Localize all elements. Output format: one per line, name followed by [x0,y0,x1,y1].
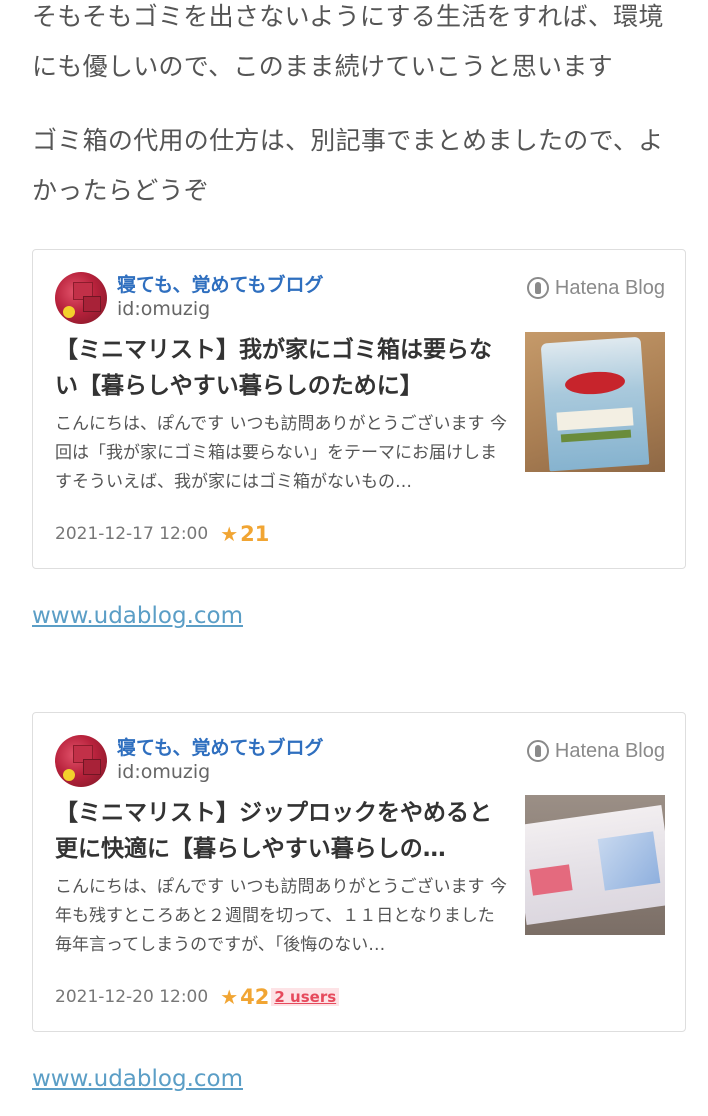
blog-id: id:omuzig [117,298,211,320]
article-description: こんにちは、ぽんです いつも訪問ありがとうございます 今年も残すところあと２週間… [55,877,507,955]
article-thumbnail[interactable] [525,795,665,935]
article-meta: 2021-12-17 12:00 ★ 21 [55,522,269,546]
blog-id: id:omuzig [117,761,211,783]
blog-name-link[interactable]: 寝ても、覚めてもブログ [117,270,324,297]
hatena-blog-label: Hatena Blog [554,739,665,762]
author-avatar[interactable] [55,272,107,324]
intro-paragraph-1: そもそもゴミを出さないようにする生活をすれば、環境にも優しいので、このまま続けて… [32,2,664,81]
star-count[interactable]: ★ 42 [220,985,269,1009]
article-thumbnail[interactable] [525,332,665,472]
star-icon: ★ [220,985,239,1009]
bookmark-users-badge[interactable]: 2 users [271,988,340,1006]
hatena-blog-logo[interactable]: Hatena Blog [526,737,665,765]
hatena-blog-icon [526,277,549,299]
intro-paragraph-2: ゴミ箱の代用の仕方は、別記事でまとめましたので、よかったらどうぞ [32,126,664,205]
article-meta: 2021-12-20 12:00 ★ 42 2 users [55,985,340,1009]
star-count-value: 42 [240,985,270,1009]
article-title-link[interactable]: 【ミニマリスト】我が家にゴミ箱は要らない【暮らしやすい暮らしのために】 [55,332,510,404]
blog-name-link[interactable]: 寝ても、覚めてもブログ [117,733,324,760]
source-link-1[interactable]: www.udablog.com [32,603,243,629]
author-avatar[interactable] [55,735,107,787]
blog-embed-card-1[interactable]: 寝ても、覚めてもブログ id:omuzig Hatena Blog 【ミニマリス… [32,249,686,569]
star-icon: ★ [220,522,239,546]
article-date: 2021-12-20 12:00 [55,987,209,1007]
article-description: こんにちは、ぽんです いつも訪問ありがとうございます 今回は「我が家にゴミ箱は要… [55,414,507,492]
hatena-blog-logo[interactable]: Hatena Blog [526,274,665,302]
hatena-blog-icon [526,740,549,762]
article-date: 2021-12-17 12:00 [55,524,209,544]
star-count[interactable]: ★ 21 [220,522,269,546]
blog-embed-card-2[interactable]: 寝ても、覚めてもブログ id:omuzig Hatena Blog 【ミニマリス… [32,712,686,1032]
article-title-link[interactable]: 【ミニマリスト】ジップロックをやめると更に快適に【暮らしやすい暮らしの… [55,795,510,867]
hatena-blog-label: Hatena Blog [554,276,665,299]
source-link-2[interactable]: www.udablog.com [32,1066,243,1092]
star-count-value: 21 [240,522,270,546]
